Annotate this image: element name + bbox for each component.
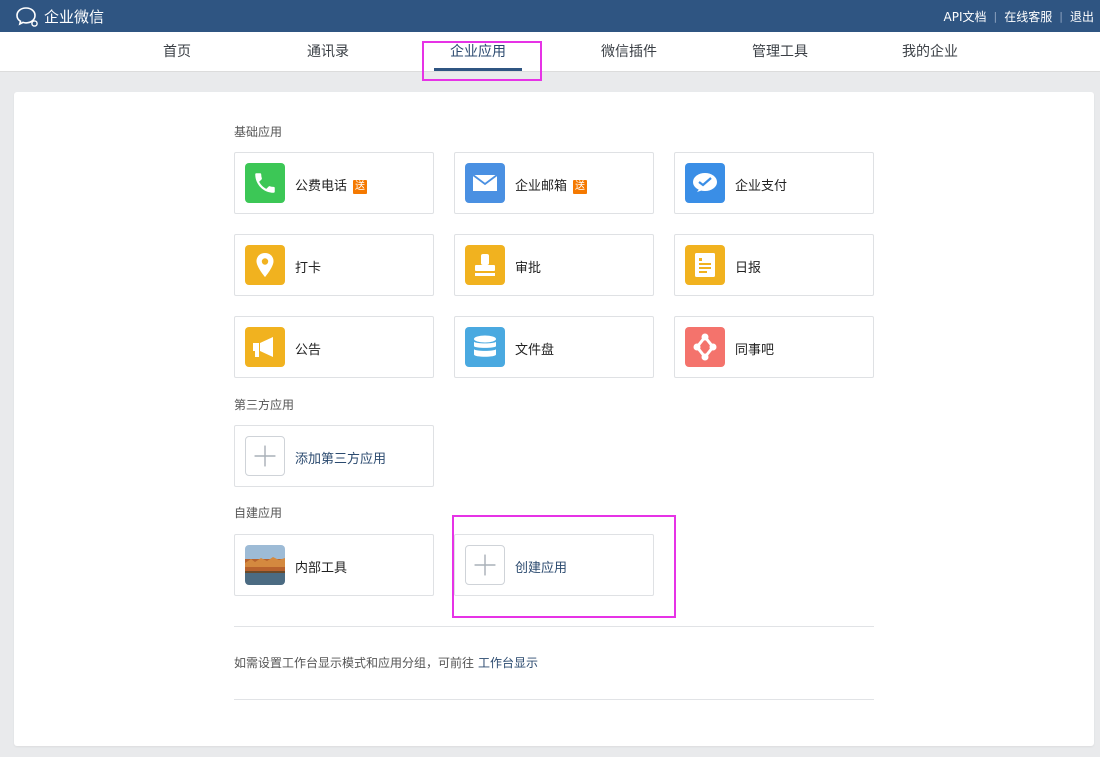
wecom-logo-icon	[16, 7, 38, 27]
hint-text: 如需设置工作台显示模式和应用分组，可前往	[234, 656, 475, 670]
app-tile-approval[interactable]: 审批	[454, 234, 654, 296]
app-title: 企业微信	[44, 8, 105, 26]
logo[interactable]: 企业微信	[16, 6, 104, 28]
app-tile-daily-report[interactable]: 日报	[674, 234, 874, 296]
app-tile-file-disk[interactable]: 文件盘	[454, 316, 654, 378]
app-tile-enterprise-pay[interactable]: 企业支付	[674, 152, 874, 214]
app-label: 企业邮箱	[515, 179, 568, 194]
app-label: 日报	[735, 261, 762, 276]
app-tile-public-phone[interactable]: 公费电话送	[234, 152, 434, 214]
top-links: API文档 | 在线客服 | 退出	[944, 0, 1094, 32]
app-tile-colleague-bar[interactable]: 同事吧	[674, 316, 874, 378]
app-tile-checkin[interactable]: 打卡	[234, 234, 434, 296]
highlight-box-create-app	[452, 515, 676, 618]
logout-link[interactable]: 退出	[1070, 8, 1094, 25]
link-separator: |	[993, 9, 998, 23]
app-label: 公费电话	[295, 179, 348, 194]
app-label: 同事吧	[735, 343, 775, 358]
api-docs-link[interactable]: API文档	[944, 8, 987, 25]
highlight-box-nav	[422, 41, 542, 81]
database-icon	[465, 327, 505, 367]
phone-icon	[245, 163, 285, 203]
main-nav: 首页 通讯录 企业应用 微信插件 管理工具 我的企业	[0, 32, 1100, 72]
tab-wechat-plugin[interactable]: 微信插件	[584, 32, 674, 72]
app-tile-internal-tools[interactable]: 内部工具	[234, 534, 434, 596]
tab-contacts[interactable]: 通讯录	[283, 32, 373, 72]
pay-icon	[685, 163, 725, 203]
gift-badge: 送	[353, 180, 368, 194]
stamp-icon	[465, 245, 505, 285]
app-label: 文件盘	[515, 343, 555, 358]
report-icon	[685, 245, 725, 285]
megaphone-icon	[245, 327, 285, 367]
app-label: 打卡	[295, 261, 322, 276]
tab-my-enterprise[interactable]: 我的企业	[885, 32, 975, 72]
section-title-custom: 自建应用	[234, 506, 283, 520]
app-tile-announcement[interactable]: 公告	[234, 316, 434, 378]
app-label: 内部工具	[295, 561, 348, 576]
app-tile-enterprise-mail[interactable]: 企业邮箱送	[454, 152, 654, 214]
app-label: 审批	[515, 261, 542, 276]
gift-badge: 送	[573, 180, 588, 194]
section-title-basic: 基础应用	[234, 125, 283, 139]
link-separator: |	[1059, 9, 1063, 23]
workbench-hint: 如需设置工作台显示模式和应用分组，可前往 工作台显示	[234, 654, 538, 671]
location-pin-icon	[245, 245, 285, 285]
mail-icon	[465, 163, 505, 203]
landscape-photo-icon	[245, 545, 285, 585]
tab-management-tools[interactable]: 管理工具	[735, 32, 825, 72]
plus-icon	[245, 436, 285, 476]
online-support-link[interactable]: 在线客服	[1004, 8, 1052, 25]
divider	[234, 699, 874, 700]
top-bar: 企业微信 API文档 | 在线客服 | 退出	[0, 0, 1100, 32]
network-icon	[685, 327, 725, 367]
tab-home[interactable]: 首页	[132, 32, 222, 72]
app-label: 企业支付	[735, 179, 788, 194]
section-title-third-party: 第三方应用	[234, 398, 295, 412]
add-third-party-app-button[interactable]: 添加第三方应用	[234, 425, 434, 487]
add-third-party-label: 添加第三方应用	[295, 452, 387, 467]
app-label: 公告	[295, 343, 322, 358]
divider	[234, 626, 874, 627]
workbench-display-link[interactable]: 工作台显示	[478, 656, 538, 670]
